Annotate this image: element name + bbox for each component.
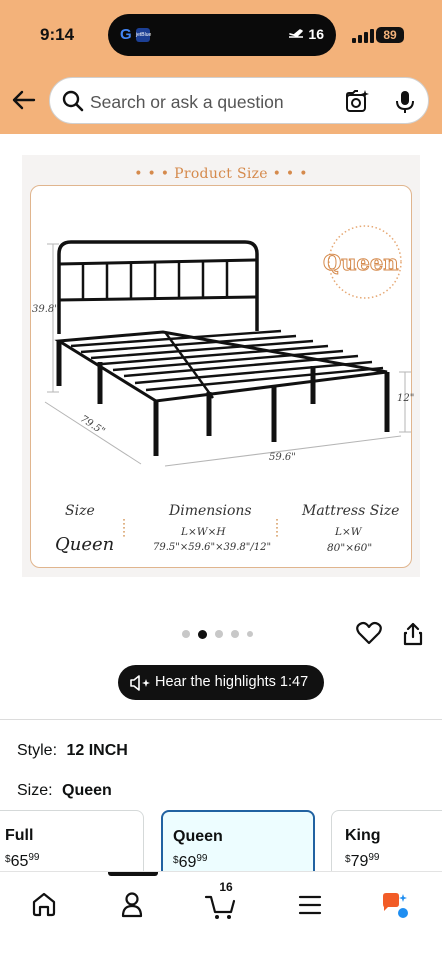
flight-count: 16 (308, 26, 324, 42)
size-value: Queen (62, 782, 112, 799)
dim-width: 59.6" (269, 452, 296, 463)
back-arrow-icon[interactable] (10, 86, 38, 114)
spec-size-label: Size (65, 503, 95, 519)
jetblue-logo-icon: jetBlue (136, 28, 151, 42)
nav-home[interactable] (22, 882, 66, 926)
size-option-name: King (345, 827, 381, 844)
image-title: • • • Product Size • • • (134, 166, 308, 182)
carousel-dot[interactable] (247, 631, 253, 637)
nav-active-indicator (108, 872, 158, 876)
dim-clearance: 12" (397, 393, 415, 404)
nav-account[interactable] (111, 882, 155, 926)
status-time: 9:14 (40, 25, 75, 44)
battery-level: 89 (376, 27, 404, 43)
style-value: 12 INCH (66, 742, 128, 759)
heart-icon[interactable] (356, 621, 382, 645)
flight-status: 16 (288, 26, 324, 42)
nav-menu[interactable] (288, 882, 332, 926)
carousel-dot-active[interactable] (198, 630, 207, 639)
size-option-name: Queen (173, 828, 223, 845)
search-bar[interactable]: Search or ask a question (49, 77, 429, 124)
nav-rufus[interactable] (374, 882, 418, 926)
nav-cart[interactable]: 16 (200, 880, 244, 926)
spec-dims-label: Dimensions (169, 503, 252, 519)
cart-count-badge: 16 (219, 880, 233, 894)
menu-icon (298, 895, 322, 915)
style-selector: Style: 12 INCH (17, 742, 128, 760)
bottom-nav: 16 (0, 871, 442, 960)
spec-mattress-label: Mattress Size (302, 503, 400, 519)
rufus-assistant-icon (383, 893, 408, 918)
hear-highlights-button[interactable]: Hear the highlights 1:47 (118, 665, 324, 700)
cellular-signal-icon (352, 29, 374, 43)
dynamic-island: G jetBlue 16 (108, 14, 336, 56)
share-icon[interactable] (402, 622, 424, 646)
section-divider (0, 719, 442, 720)
spec-mattress-value: 80"×60" (327, 542, 373, 554)
spec-mattress-sub: L×W (335, 526, 362, 538)
spec-dims-value: 79.5"×59.6"×39.8"/12" (153, 542, 272, 553)
size-option-price: $6999 (173, 853, 208, 871)
speaker-sparkle-icon (130, 675, 150, 691)
style-label: Style: (17, 742, 58, 759)
size-label: Size: (17, 782, 53, 799)
size-option-price: $6599 (5, 852, 40, 870)
app-header: 9:14 G jetBlue 16 89 Search or ask a que… (0, 0, 442, 134)
carousel-dot[interactable] (215, 630, 223, 638)
home-icon (32, 892, 56, 917)
microphone-icon[interactable] (394, 89, 416, 115)
google-icon: G (120, 26, 132, 43)
size-diagram-card: Queen 39.8" 79.5" 59.6" 12" Size Queen D… (30, 185, 415, 568)
highlights-label: Hear the highlights 1:47 (155, 674, 309, 690)
carousel-dot[interactable] (182, 630, 190, 638)
size-badge: Queen (323, 250, 400, 276)
search-input[interactable]: Search or ask a question (90, 92, 284, 113)
spec-dims-sub: L×W×H (181, 526, 226, 538)
dim-height: 39.8" (32, 304, 59, 315)
size-option-price: $7999 (345, 852, 380, 870)
airplane-takeoff-icon (289, 29, 304, 38)
account-icon (121, 892, 143, 918)
camera-search-icon[interactable] (344, 89, 370, 115)
size-option-name: Full (5, 827, 34, 844)
search-icon (62, 90, 84, 112)
size-selector: Size: Queen (17, 782, 112, 800)
carousel-dot[interactable] (231, 630, 239, 638)
product-image[interactable]: • • • Product Size • • • Queen 39.8" 79.… (22, 155, 420, 577)
spec-size-value: Queen (55, 534, 115, 555)
